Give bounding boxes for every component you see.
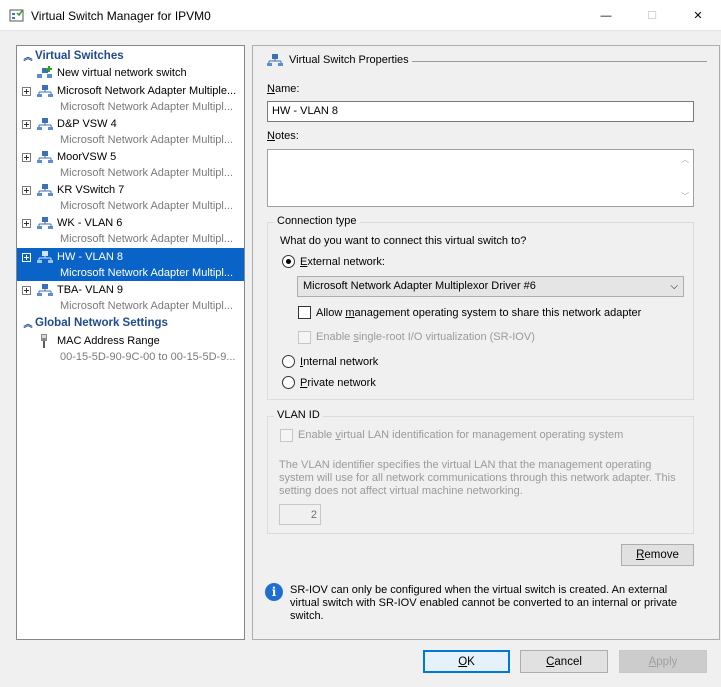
expand-icon[interactable] (22, 286, 31, 295)
new-switch-item[interactable]: New virtual network switch (17, 65, 244, 82)
chevron-down-icon: ⌵ (670, 281, 678, 292)
scroll-up-icon[interactable]: ︿ (681, 154, 689, 165)
enable-vlan-label[interactable]: Enable virtual LAN identification for ma… (298, 429, 623, 441)
enable-vlan-checkbox[interactable] (280, 429, 293, 442)
expand-icon[interactable] (22, 253, 31, 262)
close-button[interactable]: ✕ (675, 0, 721, 31)
switch-item[interactable]: MoorVSW 5 Microsoft Network Adapter Mult… (17, 148, 244, 181)
properties-title: Virtual Switch Properties (267, 54, 707, 66)
title-bar: Virtual Switch Manager for IPVM0 — ☐ ✕ (0, 0, 721, 31)
vlan-id-label: VLAN ID (274, 409, 323, 421)
maximize-icon: ☐ (647, 10, 657, 22)
notes-textarea[interactable]: ︿ ﹀ (267, 149, 694, 207)
expand-icon[interactable] (22, 219, 31, 228)
maximize-button[interactable]: ☐ (629, 0, 675, 31)
network-switch-icon (37, 251, 53, 263)
mac-address-range-item[interactable]: MAC Address Range 00-15-5D-90-9C-00 to 0… (17, 332, 244, 365)
network-switch-icon (37, 151, 53, 163)
minimize-icon: — (600, 9, 612, 22)
name-label: Name: (267, 83, 300, 95)
virtual-switch-properties-panel: Virtual Switch Properties Name: HW - VLA… (252, 45, 720, 640)
collapse-chevron-icon: ︽ (23, 318, 33, 329)
switch-adapter: Microsoft Network Adapter Multipl... (60, 167, 234, 179)
minimize-button[interactable]: — (583, 0, 629, 31)
properties-title-text: Virtual Switch Properties (289, 54, 409, 66)
new-switch-icon (37, 66, 52, 78)
network-plug-icon (41, 334, 47, 348)
switch-item[interactable]: D&P VSW 4 Microsoft Network Adapter Mult… (17, 115, 244, 148)
internal-network-radio[interactable] (282, 355, 295, 368)
switch-adapter: Microsoft Network Adapter Multipl... (60, 101, 234, 113)
internal-network-label[interactable]: Internal network (300, 356, 378, 368)
switch-item[interactable]: Microsoft Network Adapter Multiple... Mi… (17, 82, 244, 115)
allow-management-os-label[interactable]: Allow management operating system to sha… (316, 307, 641, 319)
switch-name: Microsoft Network Adapter Multiple... (57, 85, 237, 97)
switch-name: D&P VSW 4 (57, 118, 117, 130)
mac-address-range-label: MAC Address Range (57, 335, 160, 347)
network-switch-icon (267, 54, 283, 66)
close-icon: ✕ (693, 10, 703, 22)
switch-name: MoorVSW 5 (57, 151, 117, 163)
cancel-button[interactable]: Cancel (520, 650, 608, 673)
enable-sriov-checkbox[interactable] (298, 331, 311, 344)
switch-item-selected[interactable]: HW - VLAN 8 Microsoft Network Adapter Mu… (17, 248, 244, 281)
external-network-radio[interactable] (282, 255, 295, 268)
enable-sriov-label[interactable]: Enable single-root I/O virtualization (S… (316, 331, 535, 343)
switch-adapter: Microsoft Network Adapter Multipl... (60, 300, 234, 312)
external-adapter-dropdown[interactable]: Microsoft Network Adapter Multiplexor Dr… (297, 276, 684, 297)
new-switch-label: New virtual network switch (57, 67, 187, 79)
expand-icon[interactable] (22, 186, 31, 195)
window-title: Virtual Switch Manager for IPVM0 (31, 9, 211, 23)
switch-name: WK - VLAN 6 (57, 217, 123, 229)
external-adapter-value: Microsoft Network Adapter Multiplexor Dr… (303, 280, 536, 292)
expand-icon[interactable] (22, 153, 31, 162)
vlan-description: The VLAN identifier specifies the virtua… (279, 459, 676, 497)
virtual-switches-label: Virtual Switches (35, 50, 124, 62)
switch-adapter: Microsoft Network Adapter Multipl... (60, 267, 234, 279)
network-switch-icon (37, 118, 53, 130)
vlan-id-input[interactable]: 2 (279, 504, 321, 525)
collapse-chevron-icon: ︽ (23, 51, 33, 62)
apply-button[interactable]: Apply (619, 650, 707, 673)
switch-name: KR VSwitch 7 (57, 184, 125, 196)
virtual-switches-header[interactable]: ︽ Virtual Switches (21, 48, 241, 64)
expand-icon[interactable] (22, 120, 31, 129)
external-network-label[interactable]: External network: (300, 256, 385, 268)
switch-name: HW - VLAN 8 (57, 251, 124, 263)
scroll-down-icon[interactable]: ﹀ (681, 191, 689, 202)
switch-name: TBA- VLAN 9 (57, 284, 124, 296)
expand-icon[interactable] (22, 87, 31, 96)
notes-label: Notes: (267, 130, 299, 142)
switch-item[interactable]: KR VSwitch 7 Microsoft Network Adapter M… (17, 181, 244, 214)
notes-scrollbar[interactable]: ︿ ﹀ (677, 150, 693, 206)
network-switch-icon (37, 184, 53, 196)
virtual-switch-manager-icon (9, 9, 24, 22)
info-icon: i (265, 583, 283, 601)
global-network-settings-header[interactable]: ︽ Global Network Settings (21, 315, 241, 331)
allow-management-os-checkbox[interactable] (298, 306, 311, 319)
global-network-settings-label: Global Network Settings (35, 317, 168, 329)
switch-adapter: Microsoft Network Adapter Multipl... (60, 200, 234, 212)
mac-address-range-value: 00-15-5D-90-9C-00 to 00-15-5D-9... (60, 351, 236, 363)
switch-adapter: Microsoft Network Adapter Multipl... (60, 134, 234, 146)
private-network-radio[interactable] (282, 376, 295, 389)
network-switch-icon (37, 85, 53, 97)
remove-button[interactable]: Remove (621, 544, 694, 566)
ok-button[interactable]: OK (423, 650, 510, 673)
switch-item[interactable]: WK - VLAN 6 Microsoft Network Adapter Mu… (17, 214, 244, 247)
connection-question: What do you want to connect this virtual… (280, 235, 527, 247)
connection-type-label: Connection type (274, 215, 360, 227)
switch-tree[interactable]: ︽ Virtual Switches New virtual network s… (16, 45, 245, 640)
network-switch-icon (37, 284, 53, 296)
private-network-label[interactable]: Private network (300, 377, 376, 389)
title-divider (412, 61, 707, 62)
switch-item[interactable]: TBA- VLAN 9 Microsoft Network Adapter Mu… (17, 281, 244, 314)
sriov-info-text: SR-IOV can only be configured when the v… (290, 584, 678, 622)
name-input[interactable]: HW - VLAN 8 (267, 101, 694, 122)
network-switch-icon (37, 217, 53, 229)
switch-adapter: Microsoft Network Adapter Multipl... (60, 233, 234, 245)
